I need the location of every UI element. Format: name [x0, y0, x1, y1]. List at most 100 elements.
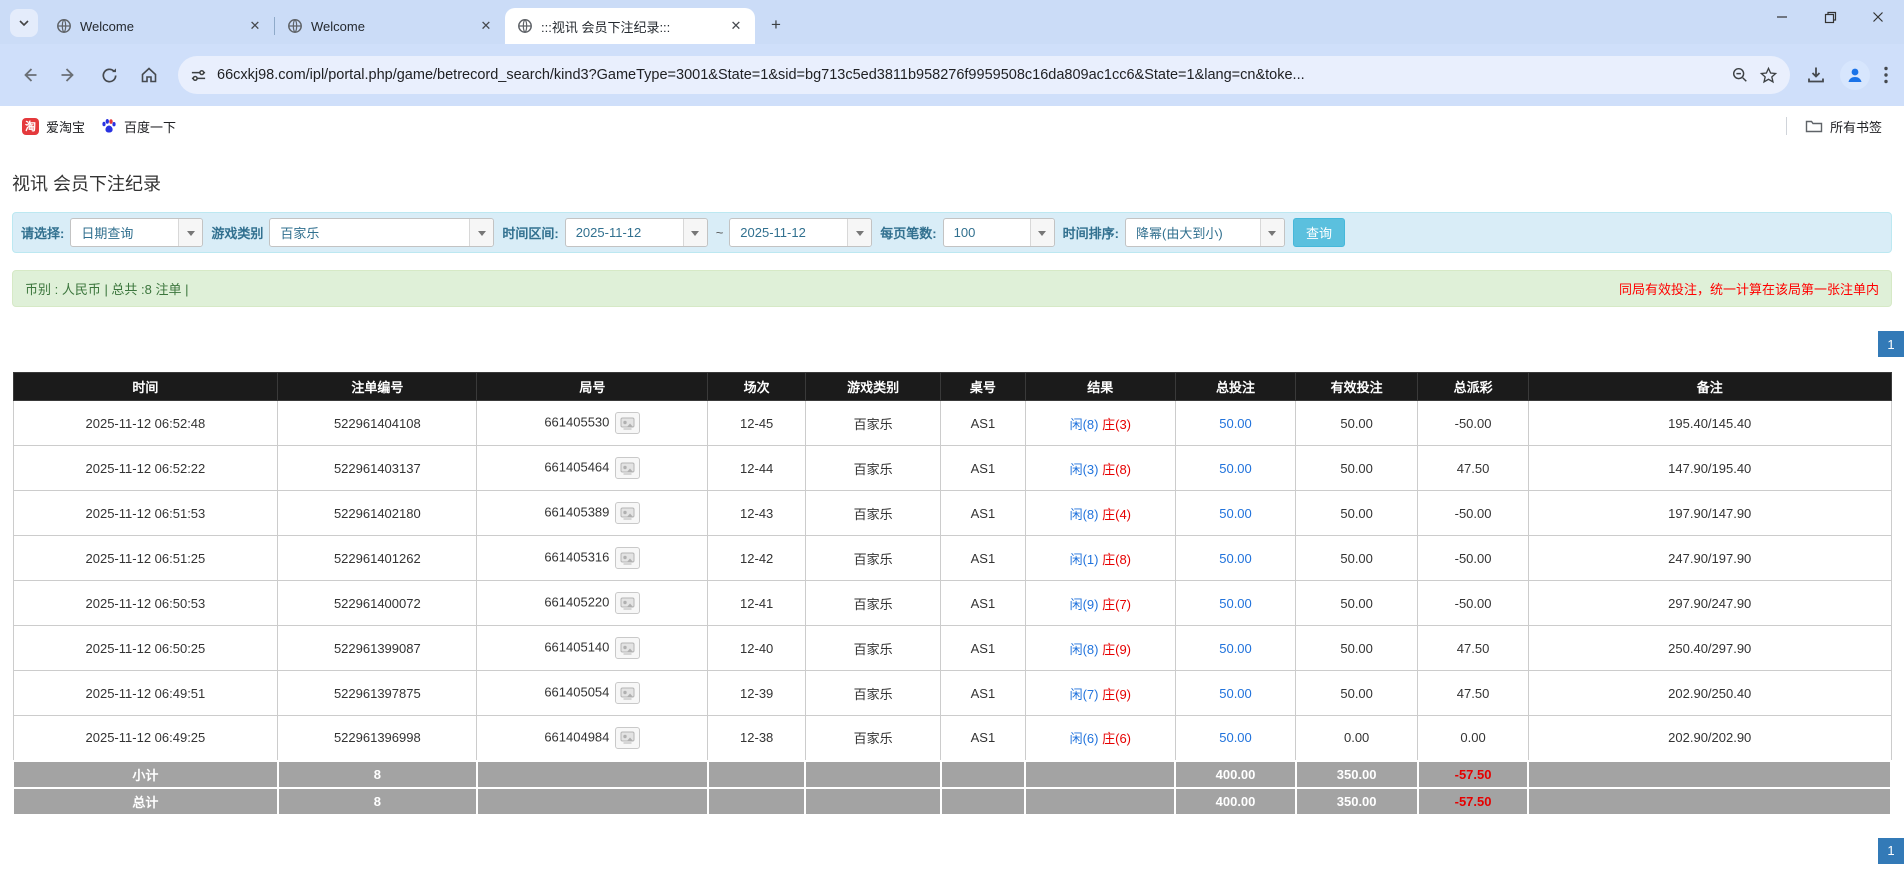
tab-close-icon[interactable]: ✕ [727, 17, 745, 35]
footer-cell: -57.50 [1416, 786, 1530, 816]
round-replay-icon [620, 642, 635, 654]
bookmark-star-icon[interactable] [1759, 66, 1778, 85]
total-bet-link[interactable]: 50.00 [1219, 596, 1252, 611]
cell-round-id: 661405316 [476, 535, 709, 581]
filter-dropdown[interactable]: 百家乐 [269, 218, 495, 247]
total-row: 总计 8 400.00 350.00 -57.50 [12, 786, 1892, 816]
pagination-top: 1 [12, 331, 1904, 357]
total-bet-link[interactable]: 50.00 [1219, 416, 1252, 431]
cell-payout: -50.00 [1417, 580, 1529, 626]
dropdown-arrow-icon[interactable] [469, 219, 494, 246]
downloads-button[interactable] [1806, 65, 1826, 85]
cell-result: 闲(8) 庄(4) [1024, 490, 1176, 536]
home-button[interactable] [132, 58, 166, 92]
table-row: 2025-11-12 06:49:51 522961397875 6614050… [12, 670, 1892, 716]
tab-close-icon[interactable]: ✕ [477, 17, 495, 35]
column-header: 总投注 [1174, 372, 1297, 401]
cell-result: 闲(9) 庄(7) [1024, 580, 1176, 626]
cell-session: 12-40 [707, 625, 806, 671]
dropdown-arrow-icon[interactable] [682, 219, 707, 246]
round-detail-button[interactable] [615, 682, 641, 704]
column-header: 总派彩 [1417, 372, 1529, 401]
cell-total-bet: 50.00 [1174, 625, 1297, 671]
new-tab-button[interactable]: + [763, 12, 789, 38]
filter-dropdown[interactable]: 2025-11-12 [564, 218, 708, 247]
back-button[interactable] [12, 58, 46, 92]
tab-welcome-2[interactable]: Welcome ✕ [275, 8, 505, 44]
close-icon [1873, 12, 1883, 22]
reload-button[interactable] [92, 58, 126, 92]
tab-betrecord-active[interactable]: :::视讯 会员下注纪录::: ✕ [505, 8, 755, 44]
all-bookmarks-button[interactable]: 所有书签 [1797, 113, 1890, 140]
filter-dropdown[interactable]: 日期查询 [70, 218, 204, 247]
round-detail-button[interactable] [615, 726, 641, 749]
table-row: 2025-11-12 06:51:25 522961401262 6614053… [12, 535, 1892, 581]
cell-note: 197.90/147.90 [1527, 490, 1892, 536]
zoom-out-icon[interactable] [1731, 66, 1749, 84]
summary-currency-count: 币别 : 人民币 | 总共 :8 注单 | [25, 282, 189, 297]
table-row: 2025-11-12 06:50:53 522961400072 6614052… [12, 580, 1892, 626]
round-detail-button[interactable] [615, 412, 641, 434]
cell-session: 12-43 [707, 490, 806, 536]
cell-note: 202.90/202.90 [1527, 715, 1892, 761]
cell-payout: -50.00 [1417, 400, 1529, 446]
window-minimize-button[interactable] [1772, 7, 1792, 27]
cell-result: 闲(1) 庄(8) [1024, 535, 1176, 581]
footer-cell [475, 786, 709, 816]
round-detail-button[interactable] [615, 502, 641, 524]
cell-game: 百家乐 [804, 400, 942, 446]
filter-dropdown[interactable]: 降幂(由大到小) [1124, 218, 1285, 247]
filter-dropdown[interactable]: 2025-11-12 [729, 218, 873, 247]
cell-result: 闲(3) 庄(8) [1024, 445, 1176, 491]
total-bet-link[interactable]: 50.00 [1219, 730, 1252, 745]
cell-table: AS1 [940, 670, 1026, 716]
round-detail-button[interactable] [615, 592, 641, 614]
cell-session: 12-42 [707, 535, 806, 581]
total-bet-link[interactable]: 50.00 [1219, 551, 1252, 566]
table-row: 2025-11-12 06:52:48 522961404108 6614055… [12, 400, 1892, 446]
forward-button[interactable] [52, 58, 86, 92]
cell-bet-id: 522961401262 [277, 535, 478, 581]
window-restore-button[interactable] [1820, 7, 1840, 27]
page-1-button[interactable]: 1 [1878, 837, 1904, 864]
folder-icon [1805, 118, 1823, 134]
cell-session: 12-45 [707, 400, 806, 446]
dropdown-arrow-icon[interactable] [178, 219, 203, 246]
bookmark-aitaobao[interactable]: 淘 爱淘宝 [14, 113, 93, 140]
globe-favicon-icon [287, 18, 303, 34]
profile-avatar[interactable] [1840, 60, 1870, 90]
total-bet-link[interactable]: 50.00 [1219, 461, 1252, 476]
back-arrow-icon [24, 68, 37, 82]
tab-close-icon[interactable]: ✕ [246, 17, 264, 35]
cell-table: AS1 [940, 625, 1026, 671]
cell-payout: 0.00 [1417, 715, 1529, 761]
search-button[interactable]: 查询 [1292, 218, 1345, 247]
address-bar[interactable]: 66cxkj98.com/ipl/portal.php/game/betreco… [178, 56, 1790, 94]
tabs-chevron-button[interactable] [10, 9, 38, 37]
tab-welcome-1[interactable]: Welcome ✕ [44, 8, 274, 44]
bookmark-baidu[interactable]: 百度一下 [93, 113, 184, 140]
filter-value: 2025-11-12 [575, 225, 642, 240]
page-content: 视讯 会员下注纪录 请选择: 日期查询 游戏类别 百家乐 时间区间: 2025-… [0, 170, 1904, 864]
cell-time: 2025-11-12 06:50:25 [12, 625, 279, 671]
cell-table: AS1 [940, 715, 1026, 761]
browser-menu-button[interactable] [1884, 66, 1888, 84]
cell-table: AS1 [940, 400, 1026, 446]
footer-cell [706, 759, 807, 789]
page-1-button[interactable]: 1 [1878, 331, 1904, 357]
window-close-button[interactable] [1868, 7, 1888, 27]
total-bet-link[interactable]: 50.00 [1219, 506, 1252, 521]
url-text[interactable]: 66cxkj98.com/ipl/portal.php/game/betreco… [217, 67, 1721, 83]
dropdown-arrow-icon[interactable] [1259, 219, 1284, 246]
toolbar-right-tools [1802, 60, 1892, 90]
round-detail-button[interactable] [615, 457, 641, 479]
dropdown-arrow-icon[interactable] [1029, 219, 1054, 246]
round-detail-button[interactable] [615, 547, 641, 569]
total-bet-link[interactable]: 50.00 [1219, 641, 1252, 656]
round-detail-button[interactable] [615, 637, 641, 659]
site-info-icon[interactable] [190, 67, 207, 84]
cell-note: 202.90/250.40 [1527, 670, 1892, 716]
filter-dropdown[interactable]: 100 [942, 218, 1055, 247]
dropdown-arrow-icon[interactable] [847, 219, 872, 246]
total-bet-link[interactable]: 50.00 [1219, 686, 1252, 701]
